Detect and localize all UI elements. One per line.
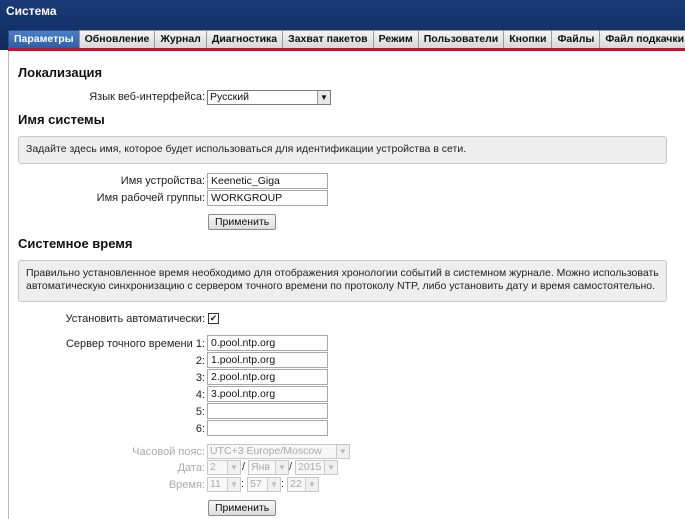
system-name-note: Задайте здесь имя, которое будет использ… (18, 136, 667, 164)
time-label: Время: (168, 479, 205, 491)
tab-packet-capture[interactable]: Захват пакетов (282, 30, 374, 48)
date-label: Дата: (177, 462, 205, 474)
date-day-value: 2 (210, 461, 216, 473)
ntp-server-6-label: 6: (195, 423, 205, 435)
time-hour-select[interactable]: 11 ▼ (207, 477, 241, 492)
time-separator: : (241, 478, 245, 490)
tab-swap-file[interactable]: Файл подкачки (599, 30, 685, 48)
tab-bar: Параметры Обновление Журнал Диагностика … (8, 30, 685, 48)
tab-mode[interactable]: Режим (372, 30, 419, 48)
system-time-note: Правильно установленное время необходимо… (18, 260, 667, 302)
date-month-select[interactable]: Янв ▼ (248, 460, 289, 475)
language-select[interactable]: Русский ▼ (207, 90, 331, 105)
chevron-down-icon: ▼ (305, 478, 318, 491)
device-name-input[interactable] (207, 173, 328, 189)
time-second-value: 22 (290, 478, 302, 490)
time-separator: : (281, 478, 285, 490)
date-separator: / (289, 461, 293, 473)
ntp-server-5-input[interactable] (207, 403, 328, 419)
section-heading-system-name: Имя системы (18, 112, 105, 127)
timezone-label: Часовой пояс: (132, 446, 205, 458)
language-label: Язык веб-интерфейса: (89, 91, 205, 103)
ntp-server-1-input[interactable] (207, 335, 328, 351)
ntp-server-6-input[interactable] (207, 420, 328, 436)
time-second-select[interactable]: 22 ▼ (287, 477, 319, 492)
device-name-label: Имя устройства: (120, 175, 205, 187)
chevron-down-icon: ▼ (267, 478, 280, 491)
time-hour-value: 11 (210, 478, 221, 490)
auto-time-label: Установить автоматически: (65, 313, 205, 325)
tab-buttons[interactable]: Кнопки (503, 30, 553, 48)
workgroup-label: Имя рабочей группы: (96, 192, 205, 204)
tab-files[interactable]: Файлы (551, 30, 601, 48)
timezone-select-value: UTC+3 Europe/Moscow (210, 445, 322, 457)
header-bar: Система Параметры Обновление Журнал Диаг… (0, 0, 685, 50)
date-month-value: Янв (251, 461, 270, 473)
tab-diagnostics[interactable]: Диагностика (205, 30, 284, 48)
apply-system-name-button[interactable]: Применить (208, 214, 277, 230)
time-minute-select[interactable]: 57 ▼ (247, 477, 281, 492)
auto-time-checkbox[interactable]: ✔ (208, 313, 219, 324)
section-heading-localization: Локализация (18, 65, 103, 80)
language-select-value: Русский (210, 91, 249, 103)
chevron-down-icon: ▼ (227, 478, 240, 491)
date-separator: / (242, 461, 246, 473)
date-year-select[interactable]: 2015 ▼ (295, 460, 338, 475)
ntp-server-3-input[interactable] (207, 369, 328, 385)
tab-log[interactable]: Журнал (154, 30, 207, 48)
section-heading-system-time: Системное время (18, 236, 133, 251)
tab-parameters[interactable]: Параметры (8, 30, 80, 48)
timezone-select[interactable]: UTC+3 Europe/Moscow ▼ (207, 444, 350, 459)
ntp-server-4-label: 4: (195, 389, 205, 401)
chevron-down-icon: ▼ (227, 461, 240, 474)
tab-users[interactable]: Пользователи (417, 30, 505, 48)
date-year-value: 2015 (298, 461, 322, 473)
apply-system-time-button[interactable]: Применить (208, 500, 277, 516)
ntp-server-1-label: Сервер точного времени 1: (65, 338, 205, 350)
ntp-server-5-label: 5: (195, 406, 205, 418)
chevron-down-icon: ▼ (317, 91, 330, 104)
content-left-border (8, 51, 9, 519)
ntp-server-4-input[interactable] (207, 386, 328, 402)
ntp-server-3-label: 3: (195, 372, 205, 384)
chevron-down-icon: ▼ (324, 461, 337, 474)
ntp-server-2-label: 2: (195, 355, 205, 367)
ntp-server-2-input[interactable] (207, 352, 328, 368)
content-panel: Локализация Язык веб-интерфейса: Русский… (0, 51, 685, 519)
chevron-down-icon: ▼ (275, 461, 288, 474)
page-title: Система (6, 4, 57, 18)
chevron-down-icon: ▼ (336, 445, 349, 458)
time-minute-value: 57 (250, 478, 262, 490)
workgroup-input[interactable] (207, 190, 328, 206)
tab-update[interactable]: Обновление (78, 30, 156, 48)
date-day-select[interactable]: 2 ▼ (207, 460, 241, 475)
